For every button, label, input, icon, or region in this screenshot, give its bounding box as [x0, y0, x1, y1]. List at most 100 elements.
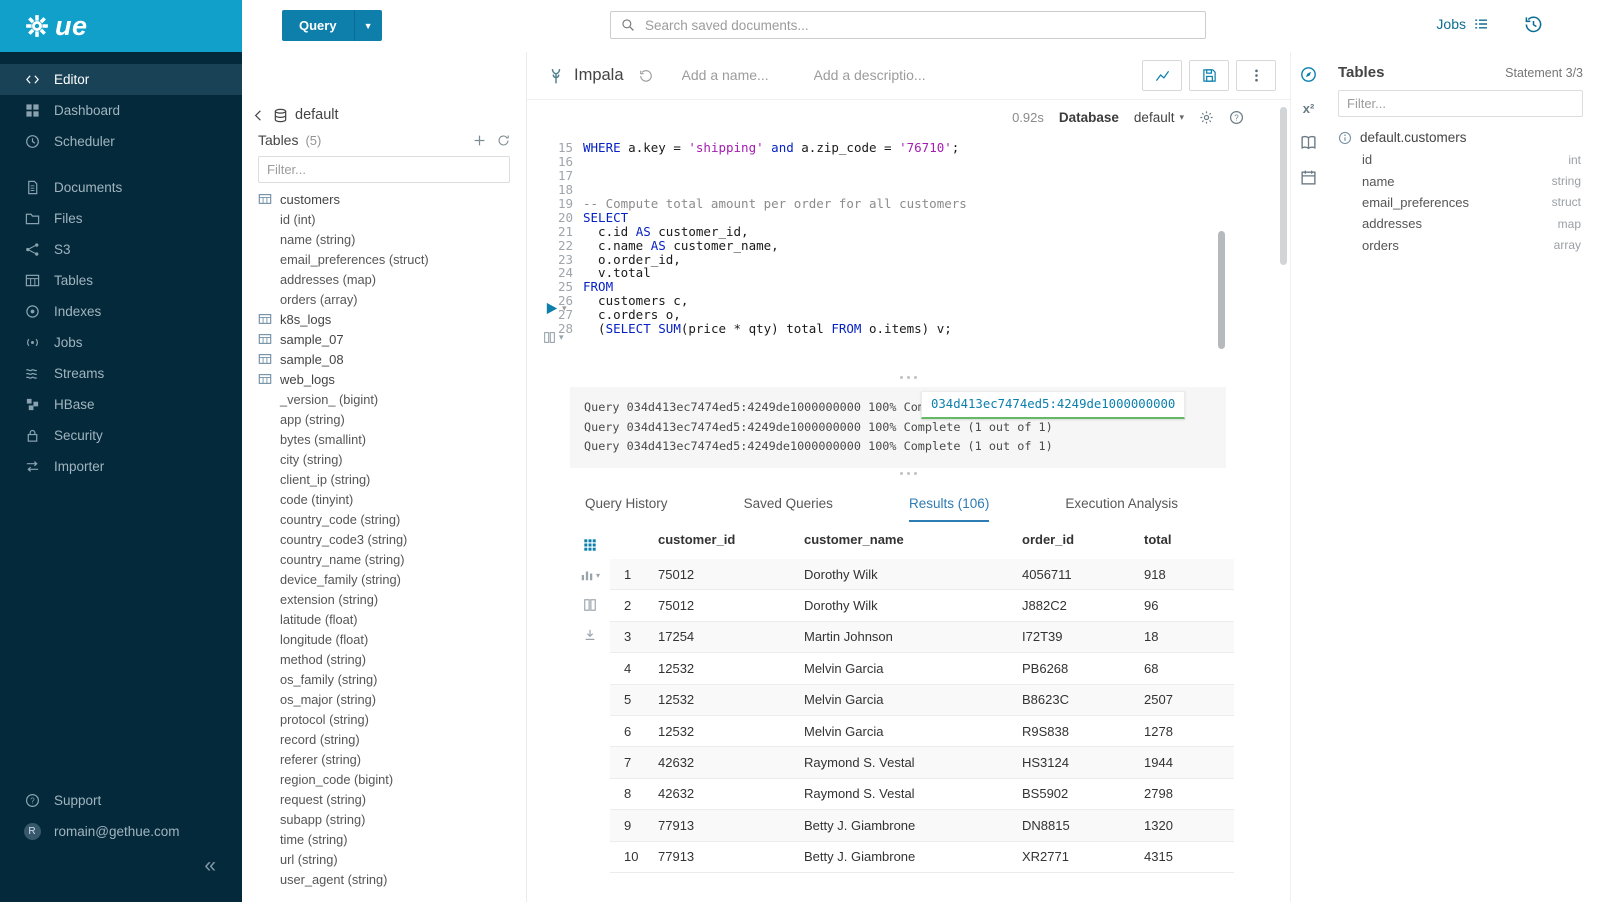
code-line[interactable]: 28 (SELECT SUM(price * qty) total FROM o…: [527, 322, 1290, 336]
save-button[interactable]: [1189, 60, 1229, 91]
code-line[interactable]: 21 c.id AS customer_id,: [527, 225, 1290, 239]
column-header[interactable]: customer_id: [658, 532, 804, 547]
tree-column[interactable]: referer (string): [242, 749, 526, 769]
tab-saved-queries[interactable]: Saved Queries: [744, 496, 833, 522]
global-search[interactable]: [610, 11, 1206, 39]
code-line[interactable]: 19-- Compute total amount per order for …: [527, 197, 1290, 211]
refresh-icon[interactable]: [497, 134, 510, 147]
execute-button[interactable]: ▾: [544, 301, 567, 316]
hue-logo[interactable]: ue: [0, 0, 242, 52]
search-input[interactable]: [643, 17, 1195, 34]
code-line[interactable]: 22 c.name AS customer_name,: [527, 239, 1290, 253]
code-line[interactable]: 25FROM: [527, 280, 1290, 294]
code-scrollbar[interactable]: [1218, 231, 1225, 349]
code-line[interactable]: 17: [527, 169, 1290, 183]
right-column-email_preferences[interactable]: email_preferencesstruct: [1338, 192, 1583, 213]
code-line[interactable]: 27 c.orders o,: [527, 308, 1290, 322]
tree-column[interactable]: orders (array): [242, 289, 526, 309]
tree-column[interactable]: country_name (string): [242, 549, 526, 569]
query-history-button[interactable]: [1524, 15, 1543, 34]
sidebar-item-s3[interactable]: S3: [0, 234, 242, 265]
tree-column[interactable]: protocol (string): [242, 709, 526, 729]
tree-column[interactable]: email_preferences (struct): [242, 249, 526, 269]
main-scrollbar[interactable]: [1280, 107, 1287, 265]
tree-column[interactable]: code (tinyint): [242, 489, 526, 509]
tab-results[interactable]: Results (106): [909, 496, 989, 522]
tab-execution-analysis[interactable]: Execution Analysis: [1065, 496, 1178, 522]
grid-view-button[interactable]: [583, 538, 597, 552]
tree-table-sample_08[interactable]: sample_08: [242, 349, 526, 369]
column-header[interactable]: customer_name: [804, 532, 1022, 547]
table-row[interactable]: 412532Melvin GarciaPB626868: [610, 653, 1234, 684]
sidebar-item-jobs[interactable]: Jobs: [0, 327, 242, 358]
add-table-icon[interactable]: [473, 134, 486, 147]
tree-column[interactable]: region_code (bigint): [242, 769, 526, 789]
tree-column[interactable]: device_family (string): [242, 569, 526, 589]
sidebar-item-importer[interactable]: Importer: [0, 451, 242, 482]
table-row[interactable]: 175012Dorothy Wilk4056711918: [610, 559, 1234, 590]
columns-view-button[interactable]: [583, 598, 597, 612]
tree-column[interactable]: city (string): [242, 449, 526, 469]
tree-column[interactable]: country_code (string): [242, 509, 526, 529]
column-header[interactable]: total: [1144, 532, 1234, 547]
engine-selector[interactable]: Impala: [547, 66, 624, 85]
tree-column[interactable]: longitude (float): [242, 629, 526, 649]
tree-column[interactable]: bytes (smallint): [242, 429, 526, 449]
tree-column[interactable]: user_agent (string): [242, 869, 526, 889]
settings-gear-icon[interactable]: [1199, 110, 1214, 125]
tree-column[interactable]: _version_ (bigint): [242, 389, 526, 409]
help-icon[interactable]: ?: [1229, 110, 1244, 125]
tree-column[interactable]: os_family (string): [242, 669, 526, 689]
tree-column[interactable]: country_code3 (string): [242, 529, 526, 549]
back-icon[interactable]: [251, 108, 266, 123]
query-button-label[interactable]: Query: [282, 10, 354, 41]
query-id-tooltip[interactable]: 034d413ec7474ed5:4249de1000000000: [921, 391, 1185, 419]
jobs-link[interactable]: Jobs: [1436, 16, 1489, 32]
assist-toggle-button[interactable]: [1300, 66, 1317, 83]
tree-column[interactable]: record (string): [242, 729, 526, 749]
reload-icon[interactable]: [639, 69, 653, 83]
schedule-button[interactable]: [1300, 169, 1317, 186]
tree-table-sample_07[interactable]: sample_07: [242, 329, 526, 349]
logs-resize-handle[interactable]: [527, 372, 1290, 382]
tree-table-customers[interactable]: customers: [242, 189, 526, 209]
code-line[interactable]: 24 v.total: [527, 266, 1290, 280]
database-selector[interactable]: default ▾: [1134, 110, 1184, 125]
chart-settings-button[interactable]: [1142, 60, 1182, 91]
tree-column[interactable]: app (string): [242, 409, 526, 429]
tree-column[interactable]: client_ip (string): [242, 469, 526, 489]
right-column-addresses[interactable]: addressesmap: [1338, 213, 1583, 234]
sidebar-item-editor[interactable]: Editor: [0, 64, 242, 95]
execute-options-caret[interactable]: ▾: [562, 303, 567, 314]
code-editor[interactable]: 15WHERE a.key = 'shipping' and a.zip_cod…: [527, 135, 1290, 372]
active-table-row[interactable]: default.customers: [1338, 130, 1583, 145]
tree-column[interactable]: os_major (string): [242, 689, 526, 709]
chart-view-button[interactable]: ▾: [580, 568, 600, 582]
tree-column[interactable]: id (int): [242, 209, 526, 229]
sidebar-item-indexes[interactable]: Indexes: [0, 296, 242, 327]
right-column-id[interactable]: idint: [1338, 149, 1583, 170]
right-filter-input[interactable]: [1338, 90, 1583, 117]
sidebar-item-scheduler[interactable]: Scheduler: [0, 126, 242, 157]
code-line[interactable]: 15WHERE a.key = 'shipping' and a.zip_cod…: [527, 141, 1290, 155]
tree-column[interactable]: latitude (float): [242, 609, 526, 629]
sidebar-item-tables[interactable]: Tables: [0, 265, 242, 296]
sidebar-item-documents[interactable]: Documents: [0, 172, 242, 203]
sidebar-item-user[interactable]: R romain@gethue.com: [0, 816, 242, 847]
tree-column[interactable]: request (string): [242, 789, 526, 809]
table-row[interactable]: 842632Raymond S. VestalBS59022798: [610, 779, 1234, 810]
sidebar-item-hbase[interactable]: HBase: [0, 389, 242, 420]
tree-table-web_logs[interactable]: web_logs: [242, 369, 526, 389]
collapse-sidebar-button[interactable]: «: [204, 855, 216, 876]
query-description-input[interactable]: [812, 66, 934, 84]
column-header[interactable]: order_id: [1022, 532, 1144, 547]
tree-column[interactable]: name (string): [242, 229, 526, 249]
functions-button[interactable]: x²: [1303, 101, 1315, 116]
tree-column[interactable]: subapp (string): [242, 809, 526, 829]
sidebar-item-streams[interactable]: Streams: [0, 358, 242, 389]
tree-column[interactable]: time (string): [242, 829, 526, 849]
tree-column[interactable]: method (string): [242, 649, 526, 669]
new-query-button[interactable]: Query ▼: [282, 10, 382, 41]
table-row[interactable]: 512532Melvin GarciaB8623C2507: [610, 685, 1234, 716]
sidebar-item-files[interactable]: Files: [0, 203, 242, 234]
